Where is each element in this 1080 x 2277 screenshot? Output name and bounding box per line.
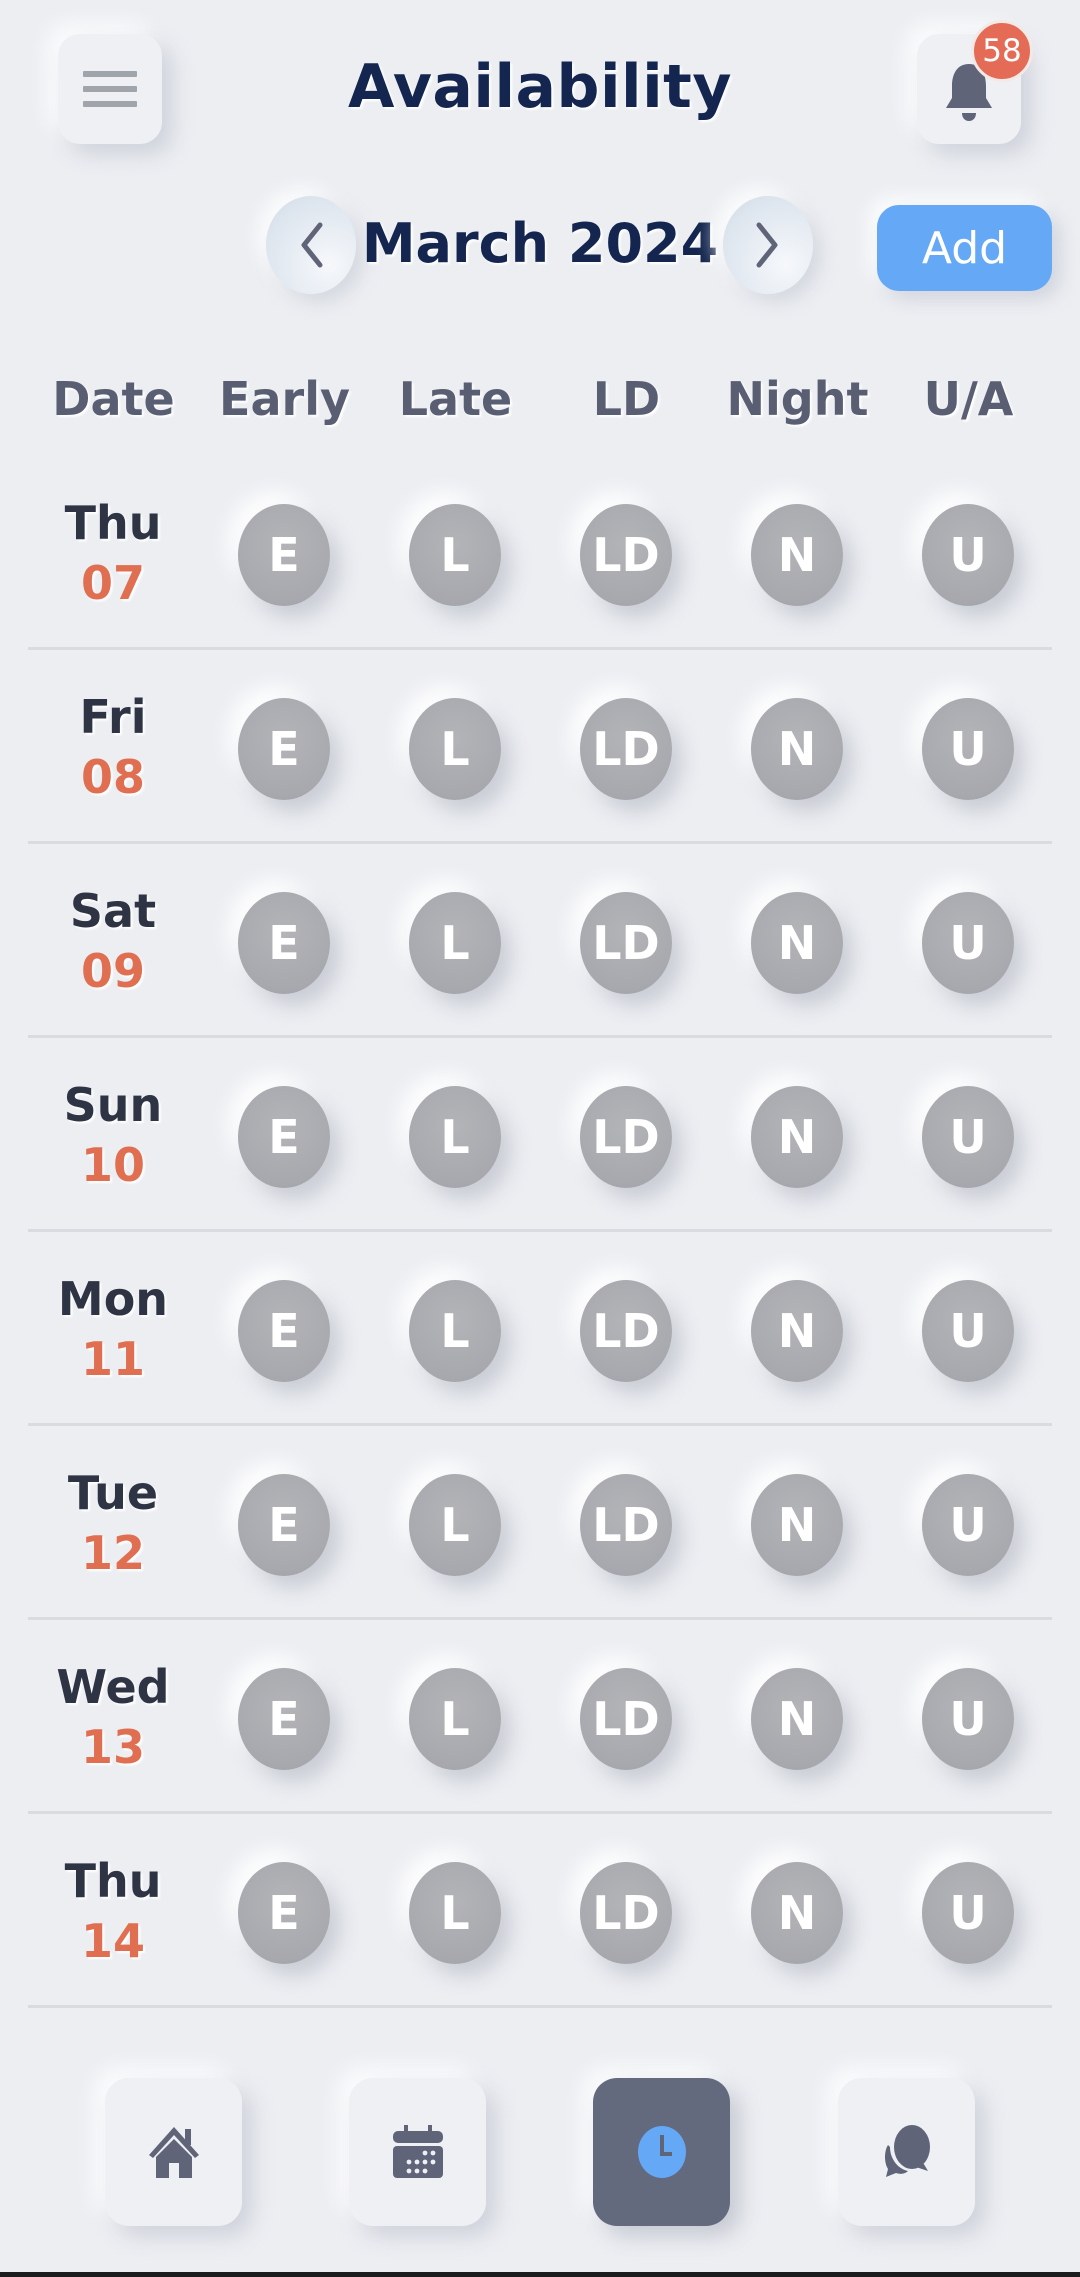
shift-toggle-ua[interactable]: U	[922, 1280, 1014, 1382]
day-name: Wed	[56, 1660, 170, 1714]
day-number: 09	[80, 944, 145, 998]
shift-toggle-ua[interactable]: U	[922, 504, 1014, 606]
column-header-ld: LD	[592, 372, 661, 426]
date-cell: Wed 13	[28, 1620, 198, 1814]
shift-toggle-night[interactable]: N	[751, 1280, 843, 1382]
shift-toggle-night[interactable]: N	[751, 1086, 843, 1188]
day-name: Sat	[69, 884, 157, 938]
day-name: Thu	[64, 496, 162, 550]
shift-toggle-night[interactable]: N	[751, 698, 843, 800]
shift-toggle-late[interactable]: L	[409, 1280, 501, 1382]
shift-toggle-night[interactable]: N	[751, 1474, 843, 1576]
table-row: Sun 10 E L LD N U	[0, 1038, 1080, 1232]
shift-toggle-late[interactable]: L	[409, 504, 501, 606]
next-month-button[interactable]	[723, 196, 813, 294]
day-number: 10	[80, 1138, 145, 1192]
shift-toggle-ua[interactable]: U	[922, 698, 1014, 800]
clock-icon	[637, 2126, 686, 2178]
day-number: 11	[80, 1332, 145, 1386]
column-header-ua: U/A	[923, 372, 1014, 426]
shift-toggle-ld[interactable]: LD	[580, 1086, 672, 1188]
shift-toggle-ld[interactable]: LD	[580, 1280, 672, 1382]
shift-toggle-early[interactable]: E	[238, 1474, 330, 1576]
day-name: Tue	[67, 1466, 159, 1520]
day-number: 08	[80, 750, 145, 804]
date-cell: Thu 07	[28, 456, 198, 650]
column-header-night: Night	[726, 372, 869, 426]
date-cell: Tue 12	[28, 1426, 198, 1620]
table-row: Tue 12 E L LD N U	[0, 1426, 1080, 1620]
shift-toggle-ld[interactable]: LD	[580, 1668, 672, 1770]
chat-bubbles-icon	[884, 2125, 930, 2177]
column-header-early: Early	[219, 372, 350, 426]
notification-badge: 58	[971, 20, 1033, 82]
column-header-date: Date	[52, 372, 175, 426]
shift-toggle-ua[interactable]: U	[922, 892, 1014, 994]
shift-toggle-early[interactable]: E	[238, 698, 330, 800]
bottom-navigation	[0, 2030, 1080, 2267]
calendar-icon	[392, 2125, 443, 2178]
column-header-late: Late	[398, 372, 513, 426]
date-cell: Mon 11	[28, 1232, 198, 1426]
shift-toggle-night[interactable]: N	[751, 1862, 843, 1964]
previous-month-button[interactable]	[266, 196, 356, 294]
shift-toggle-late[interactable]: L	[409, 1668, 501, 1770]
shift-toggle-ua[interactable]: U	[922, 1474, 1014, 1576]
add-button[interactable]: Add	[877, 205, 1052, 291]
shift-toggle-late[interactable]: L	[409, 892, 501, 994]
table-row: Thu 14 E L LD N U	[0, 1814, 1080, 2008]
tab-messages[interactable]	[838, 2078, 975, 2226]
day-number: 12	[80, 1526, 145, 1580]
table-row: Thu 07 E L LD N U	[0, 456, 1080, 650]
day-name: Thu	[64, 1854, 162, 1908]
date-cell: Thu 14	[28, 1814, 198, 2008]
shift-toggle-late[interactable]: L	[409, 698, 501, 800]
shift-toggle-ld[interactable]: LD	[580, 892, 672, 994]
shift-toggle-night[interactable]: N	[751, 892, 843, 994]
shift-toggle-late[interactable]: L	[409, 1086, 501, 1188]
tab-calendar[interactable]	[349, 2078, 486, 2226]
shift-toggle-early[interactable]: E	[238, 1668, 330, 1770]
date-cell: Sat 09	[28, 844, 198, 1038]
home-icon	[148, 2127, 199, 2178]
shift-toggle-ld[interactable]: LD	[580, 1862, 672, 1964]
day-number: 07	[80, 556, 145, 610]
shift-toggle-late[interactable]: L	[409, 1862, 501, 1964]
tab-home[interactable]	[105, 2078, 242, 2226]
table-row: Fri 08 E L LD N U	[0, 650, 1080, 844]
shift-toggle-ua[interactable]: U	[922, 1668, 1014, 1770]
shift-toggle-early[interactable]: E	[238, 504, 330, 606]
shift-toggle-ua[interactable]: U	[922, 1862, 1014, 1964]
day-name: Fri	[79, 690, 147, 744]
shift-toggle-ld[interactable]: LD	[580, 504, 672, 606]
shift-toggle-early[interactable]: E	[238, 1280, 330, 1382]
day-name: Mon	[57, 1272, 169, 1326]
current-month: March 2024	[361, 212, 719, 275]
table-row: Wed 13 E L LD N U	[0, 1620, 1080, 1814]
system-gesture-bar	[0, 2272, 1080, 2277]
shift-toggle-ld[interactable]: LD	[580, 698, 672, 800]
table-row: Sat 09 E L LD N U	[0, 844, 1080, 1038]
tab-availability[interactable]	[593, 2078, 730, 2226]
shift-toggle-night[interactable]: N	[751, 504, 843, 606]
chevron-left-icon	[301, 222, 323, 268]
shift-toggle-ua[interactable]: U	[922, 1086, 1014, 1188]
date-cell: Sun 10	[28, 1038, 198, 1232]
shift-toggle-early[interactable]: E	[238, 1086, 330, 1188]
shift-toggle-late[interactable]: L	[409, 1474, 501, 1576]
table-row: Mon 11 E L LD N U	[0, 1232, 1080, 1426]
row-divider	[28, 2005, 1052, 2008]
shift-toggle-early[interactable]: E	[238, 892, 330, 994]
shift-toggle-ld[interactable]: LD	[580, 1474, 672, 1576]
date-cell: Fri 08	[28, 650, 198, 844]
chevron-right-icon	[756, 222, 778, 268]
day-name: Sun	[63, 1078, 163, 1132]
day-number: 13	[80, 1720, 145, 1774]
shift-toggle-night[interactable]: N	[751, 1668, 843, 1770]
day-number: 14	[80, 1914, 145, 1968]
shift-toggle-early[interactable]: E	[238, 1862, 330, 1964]
